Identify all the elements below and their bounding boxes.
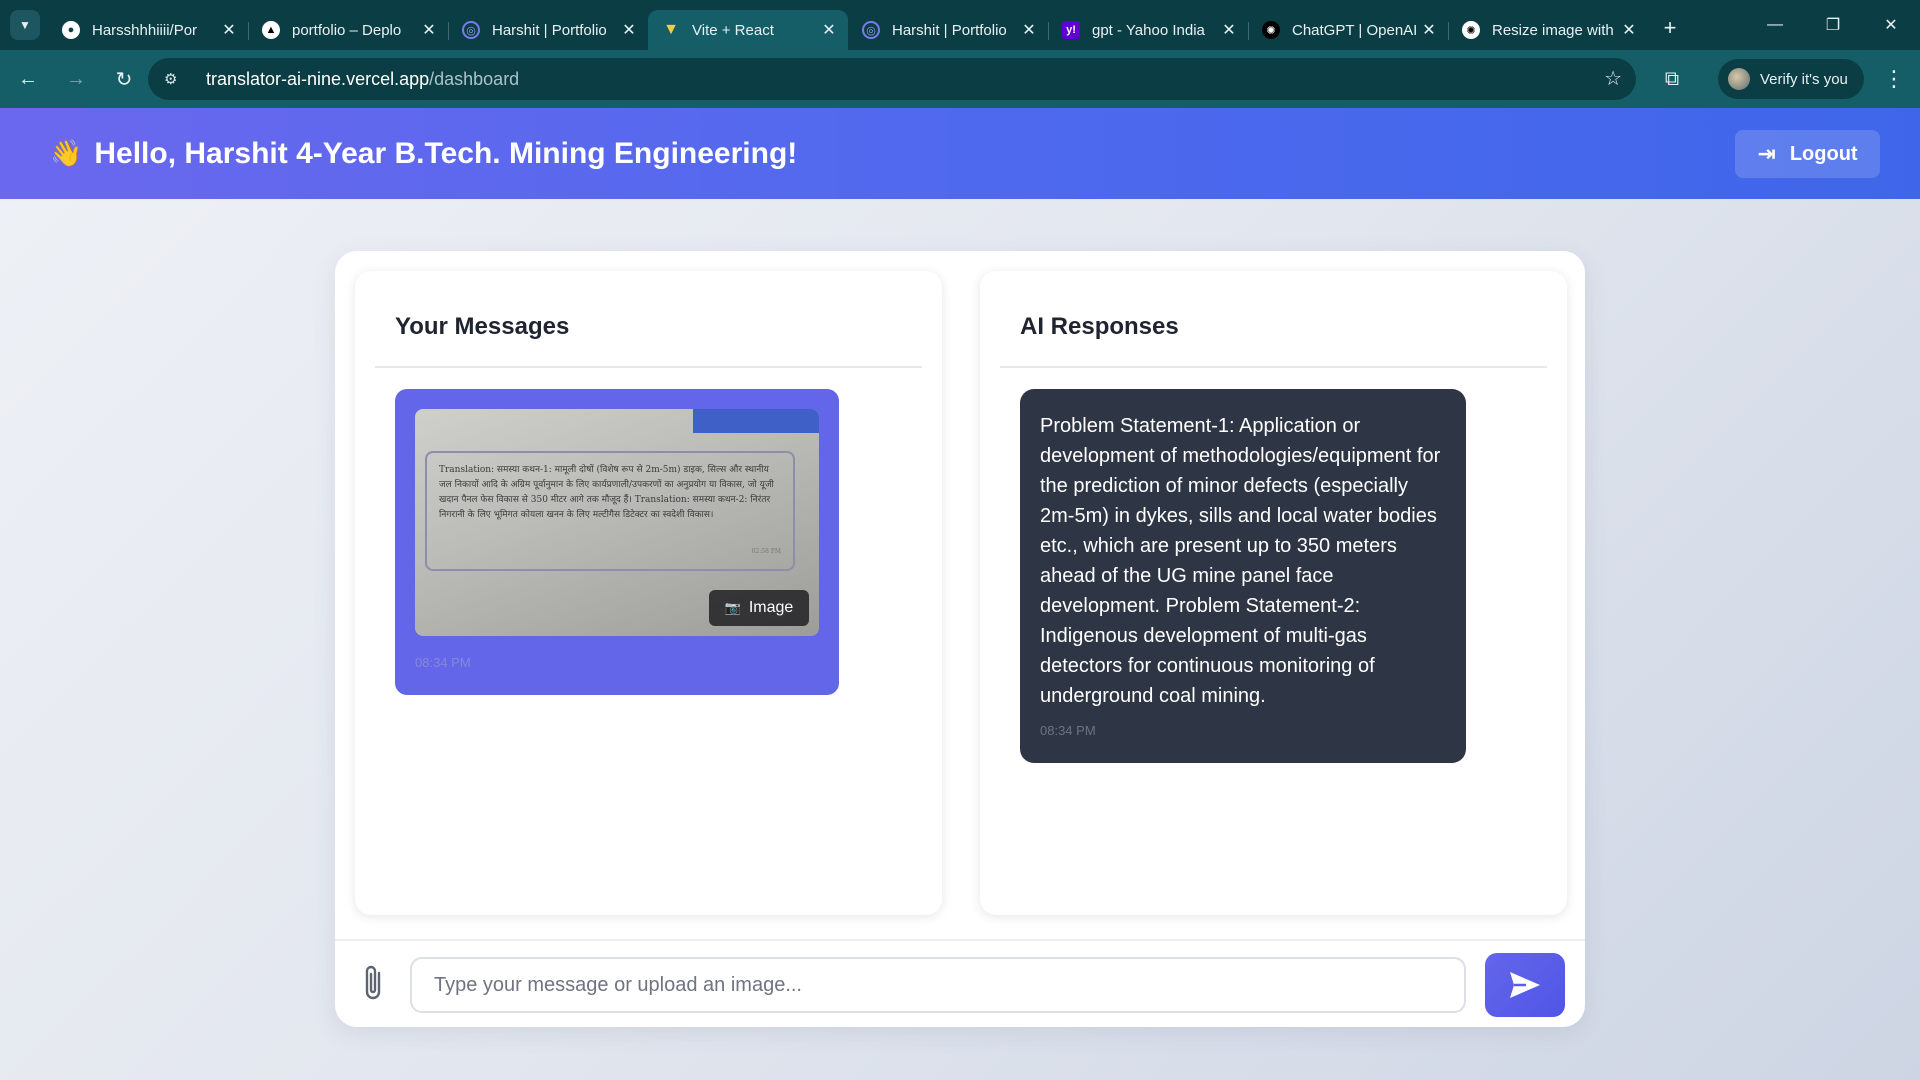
uploaded-image[interactable]: Translation: समस्या कथन-1: मामूली दोषों … [415,409,819,636]
messages-panel: Your Messages Translation: समस्या कथन-1:… [355,271,942,915]
image-blue-strip [693,409,819,433]
portfolio-icon: ◎ [462,21,480,39]
attach-button[interactable] [359,963,389,1003]
tab-title: gpt - Yahoo India [1092,21,1205,39]
browser-tab[interactable]: ◎ Harshit | Portfolio ✕ [448,10,648,50]
close-tab-icon[interactable]: ✕ [1620,20,1638,40]
bookmark-star-icon[interactable]: ☆ [1604,66,1622,91]
responses-panel: AI Responses Problem Statement-1: Applic… [980,271,1567,915]
image-text-box: Translation: समस्या कथन-1: मामूली दोषों … [425,451,795,571]
logout-button[interactable]: ⇥ Logout [1735,130,1880,178]
divider [375,366,922,368]
browser-toolbar: ← → ↻ ⚙ translator-ai-nine.vercel.app/da… [0,50,1920,108]
browser-tab[interactable]: ◎ Harshit | Portfolio ✕ [848,10,1048,50]
close-tab-icon[interactable]: ✕ [1020,20,1038,40]
browser-tab-strip: ▼ ● Harsshhhiiii/Por ✕ ▲ portfolio – Dep… [0,0,1920,50]
profile-verify-button[interactable]: Verify it's you [1718,59,1864,99]
browser-tab[interactable]: ✺ ChatGPT | OpenAI ✕ [1248,10,1448,50]
url-path: /dashboard [429,68,520,89]
openai-icon: ✺ [1262,21,1280,39]
portfolio-icon: ◎ [862,21,880,39]
back-button[interactable]: ← [8,59,48,99]
close-tab-icon[interactable]: ✕ [1220,20,1238,40]
greeting-text: Hello, Harshit 4-Year B.Tech. Mining Eng… [94,136,798,170]
verify-label: Verify it's you [1760,70,1848,88]
avatar [1728,68,1750,90]
tab-title: ChatGPT | OpenAI [1292,21,1418,39]
window-controls: — ❐ ✕ [1746,0,1920,50]
more-vertical-icon: ⋮ [1883,66,1905,91]
yahoo-icon: y! [1062,21,1080,39]
image-text: Translation: समस्या कथन-1: मामूली दोषों … [439,465,774,520]
logout-label: Logout [1789,142,1858,165]
image-tag-label: Image [748,599,794,616]
page-viewport: 👋 Hello, Harshit 4-Year B.Tech. Mining E… [0,108,1920,1080]
tab-title: Harshit | Portfolio [892,21,1007,39]
arrow-left-icon: ← [18,67,38,90]
site-settings-icon[interactable]: ⚙ [164,70,192,88]
close-window-button[interactable]: ✕ [1862,0,1920,50]
composer [335,939,1585,1027]
vercel-icon: ▲ [262,21,280,39]
response-timestamp: 08:34 PM [1040,723,1096,738]
message-input[interactable] [410,957,1466,1013]
message-timestamp: 08:34 PM [415,655,471,670]
paperclip-icon [365,965,381,1000]
new-tab-button[interactable]: + [1652,10,1688,46]
image-timestamp: 02:58 PM [751,548,781,555]
browser-tab[interactable]: ▲ portfolio – Deplo ✕ [248,10,448,50]
tab-title: portfolio – Deplo [292,21,402,39]
browser-tab[interactable]: ● Harsshhhiiii/Por ✕ [48,10,248,50]
reload-button[interactable]: ↻ [104,59,144,99]
image-tag: 📷 Image [709,590,809,626]
browser-tab[interactable]: ✺ Resize image with ✕ [1448,10,1648,50]
tab-title: Resize image with [1492,21,1614,39]
browser-tab[interactable]: y! gpt - Yahoo India ✕ [1048,10,1248,50]
openai-icon: ✺ [1462,21,1480,39]
address-bar[interactable]: ⚙ translator-ai-nine.vercel.app/dashboar… [148,58,1636,100]
divider [1000,366,1547,368]
close-tab-icon[interactable]: ✕ [620,20,638,40]
restore-button[interactable]: ❐ [1804,0,1862,50]
url-text: translator-ai-nine.vercel.app/dashboard [206,69,519,90]
browser-tab-active[interactable]: ▼ Vite + React ✕ [648,10,848,50]
messages-title: Your Messages [395,313,570,340]
camera-icon: 📷 [724,600,741,615]
url-host: translator-ai-nine.vercel.app [206,68,430,89]
tab-title: Harsshhhiiii/Por [92,21,198,39]
arrow-right-icon: → [66,67,86,90]
logout-icon: ⇥ [1757,141,1776,166]
waving-hand-icon: 👋 [50,138,83,168]
send-icon [1510,972,1540,998]
send-button[interactable] [1485,953,1565,1017]
plus-icon: + [1663,15,1677,40]
minimize-button[interactable]: — [1746,0,1804,50]
chevron-down-icon: ▼ [19,18,31,32]
reload-icon: ↻ [115,68,133,91]
extensions-button[interactable]: ⧉ [1652,59,1692,99]
responses-title: AI Responses [1020,313,1179,340]
github-icon: ● [62,21,80,39]
close-tab-icon[interactable]: ✕ [820,20,838,40]
forward-button[interactable]: → [56,59,96,99]
tab-list: ● Harsshhhiiii/Por ✕ ▲ portfolio – Deplo… [48,0,1688,50]
browser-menu-button[interactable]: ⋮ [1876,59,1912,99]
ai-response-text: Problem Statement-1: Application or deve… [1040,415,1441,707]
app-header: 👋 Hello, Harshit 4-Year B.Tech. Mining E… [0,108,1920,199]
ai-response-bubble: Problem Statement-1: Application or deve… [1020,389,1466,763]
close-tab-icon[interactable]: ✕ [220,20,238,40]
close-tab-icon[interactable]: ✕ [1420,20,1438,40]
vite-icon: ▼ [663,21,679,38]
puzzle-icon: ⧉ [1664,67,1680,90]
chat-card: Your Messages Translation: समस्या कथन-1:… [335,251,1585,1027]
greeting: 👋 Hello, Harshit 4-Year B.Tech. Mining E… [50,137,797,171]
tab-title: Vite + React [692,21,774,39]
tab-title: Harshit | Portfolio [492,21,607,39]
user-message-bubble: Translation: समस्या कथन-1: मामूली दोषों … [395,389,839,695]
close-tab-icon[interactable]: ✕ [420,20,438,40]
tab-search-button[interactable]: ▼ [10,10,40,40]
